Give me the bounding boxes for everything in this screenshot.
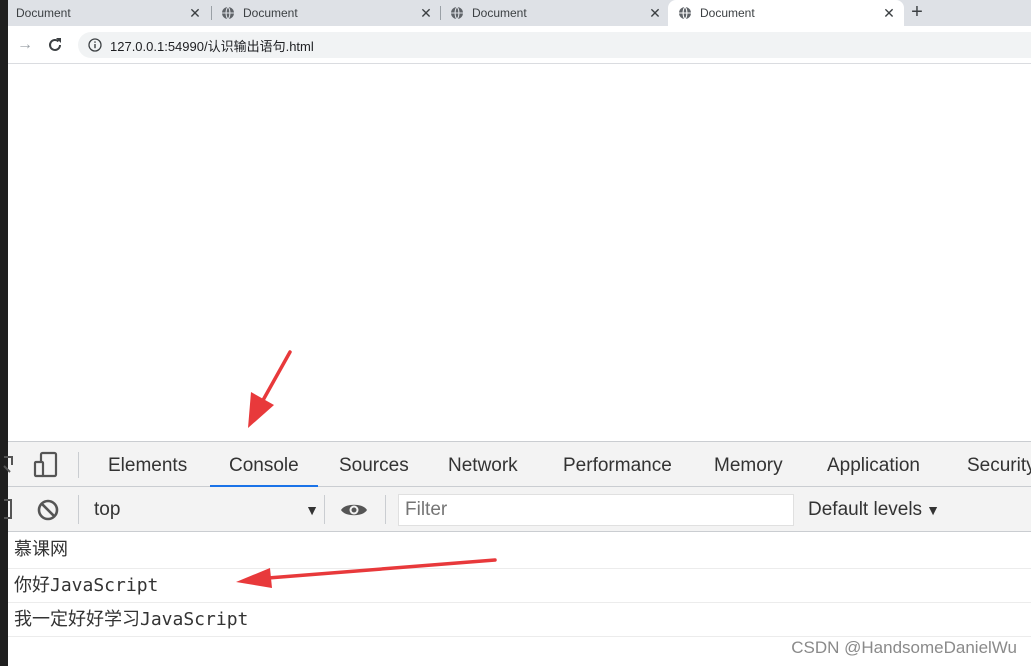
dropdown-arrow-icon: ▼ [926, 502, 940, 518]
device-toolbar-icon[interactable] [32, 451, 60, 479]
sidebar-toggle-icon[interactable] [4, 499, 12, 519]
page-content [8, 64, 1031, 441]
devtools-divider [78, 495, 79, 524]
tab-title: Document [243, 6, 298, 20]
console-output: 慕课网 你好JavaScript 我一定好好学习JavaScript [8, 533, 1031, 637]
info-icon[interactable] [88, 38, 102, 52]
tab-title: Document [472, 6, 527, 20]
watermark: CSDN @HandsomeDanielWu [791, 638, 1017, 657]
globe-icon [222, 6, 234, 20]
devtools-panel: Elements Console Sources Network Perform… [3, 441, 1031, 666]
close-tab-icon[interactable]: ✕ [186, 5, 204, 22]
forward-arrow-icon[interactable]: → [14, 34, 36, 56]
tab-strip: Document ✕ Document ✕ Document ✕ Documen… [8, 0, 1031, 26]
tab-security[interactable]: Security [967, 442, 1031, 487]
console-log-line: 我一定好好学习JavaScript [8, 603, 1031, 637]
console-log-line: 你好JavaScript [8, 569, 1031, 603]
eye-icon[interactable] [340, 501, 368, 519]
dropdown-arrow-icon: ▼ [305, 502, 319, 518]
close-tab-icon[interactable]: ✕ [417, 5, 435, 22]
url-text: 127.0.0.1:54990/认识输出语句.html [110, 38, 314, 54]
log-levels-label: Default levels [808, 499, 923, 520]
tab-network[interactable]: Network [448, 442, 518, 487]
console-log-line: 慕课网 [8, 533, 1031, 569]
screen-edge [0, 0, 8, 666]
inspect-element-icon[interactable] [2, 454, 14, 476]
console-toolbar: top ▼ Default levels▼ [4, 487, 1031, 532]
address-bar[interactable]: 127.0.0.1:54990/认识输出语句.html [78, 32, 1031, 58]
browser-chrome: Document ✕ Document ✕ Document ✕ Documen… [8, 0, 1031, 64]
devtools-divider [78, 452, 79, 478]
new-tab-button[interactable]: + [906, 1, 928, 23]
log-levels-dropdown[interactable]: Default levels ▼ [808, 494, 940, 526]
devtools-divider [324, 495, 325, 524]
tab-performance[interactable]: Performance [563, 442, 672, 487]
tab-memory[interactable]: Memory [714, 442, 783, 487]
devtools-divider [385, 495, 386, 524]
reload-icon[interactable] [44, 34, 66, 56]
tab-console[interactable]: Console [210, 442, 318, 487]
globe-icon [451, 6, 463, 20]
globe-icon [679, 6, 691, 20]
filter-input[interactable] [398, 494, 794, 526]
clear-console-icon[interactable] [37, 499, 59, 521]
browser-tab-3[interactable]: Document ✕ [450, 0, 670, 26]
devtools-tab-bar: Elements Console Sources Network Perform… [3, 442, 1031, 487]
tab-title: Document [16, 6, 71, 20]
tab-separator [211, 6, 212, 20]
tab-elements[interactable]: Elements [108, 442, 187, 487]
tab-separator [440, 6, 441, 20]
close-tab-icon[interactable]: ✕ [646, 5, 664, 22]
context-value: top [94, 499, 121, 520]
tab-application[interactable]: Application [827, 442, 920, 487]
browser-tab-2[interactable]: Document ✕ [221, 0, 441, 26]
browser-tab-active[interactable]: Document ✕ [668, 0, 904, 26]
address-toolbar: → 127.0.0.1:54990/认识输出语句.html [8, 26, 1031, 64]
context-selector[interactable]: top ▼ [94, 494, 319, 524]
close-tab-icon[interactable]: ✕ [880, 5, 898, 22]
tab-title: Document [700, 6, 755, 20]
tab-sources[interactable]: Sources [339, 442, 409, 487]
browser-tab-1[interactable]: Document ✕ [8, 0, 210, 26]
